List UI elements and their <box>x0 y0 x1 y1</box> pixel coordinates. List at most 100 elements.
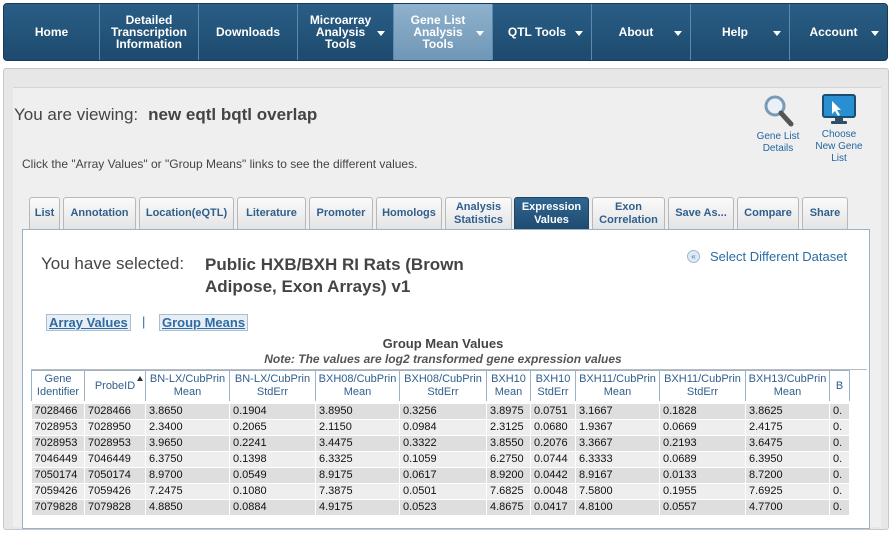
table-cell: 7079828 <box>84 499 146 516</box>
table-cell: 0.0984 <box>399 419 487 436</box>
tab-share[interactable]: Share <box>802 197 848 229</box>
tab-location-eqtl[interactable]: Location(eQTL) <box>139 197 234 229</box>
gene-list-name: new eqtl bqtl overlap <box>148 105 318 124</box>
table-cell: 0.0417 <box>530 499 576 516</box>
column-header[interactable]: BXH08/CubPrin StdErr <box>399 370 487 403</box>
table-cell: 0.0680 <box>530 419 576 436</box>
table-cell: 7028466 <box>31 402 85 420</box>
table-cell: 0.2241 <box>229 435 316 452</box>
selected-dataset-label: You have selected: <box>41 254 185 273</box>
select-different-dataset-label: Select Different Dataset <box>710 249 848 264</box>
column-header[interactable]: BXH10 Mean <box>486 370 531 403</box>
nav-microarray-tools-label: Microarray Analysis Tools <box>309 13 372 51</box>
table-row: 7028466 7028466 3.8650 0.1904 3.8950 0.3256 3.… <box>31 402 850 420</box>
tab-homologs[interactable]: Homologs <box>376 197 442 229</box>
table-cell: 3.8975 <box>486 402 531 420</box>
nav-gene-list-tools-label: Gene List Analysis Tools <box>410 13 466 51</box>
table-cell: 0. <box>829 435 850 452</box>
table-cell: 2.4175 <box>745 419 830 436</box>
column-header[interactable]: BN-LX/CubPrin StdErr <box>229 370 316 403</box>
table-cell: 0.0617 <box>399 467 487 484</box>
column-header-label: BXH08/CubPrin StdErr <box>404 373 482 398</box>
table-cell: 0.2193 <box>659 435 746 452</box>
tab-save-as[interactable]: Save As... <box>668 197 734 229</box>
column-header-label: BXH10 Mean <box>491 373 526 398</box>
magnifier-icon <box>764 95 794 127</box>
select-different-dataset-link[interactable]: « Select Different Dataset <box>687 249 847 264</box>
tab-location-eqtl-label: Location(eQTL) <box>145 207 228 219</box>
table-cell: 6.3325 <box>315 451 400 468</box>
nav-about[interactable]: About <box>592 4 691 60</box>
table-cell: 0.0523 <box>399 499 487 516</box>
tab-analysis-statistics[interactable]: Analysis Statistics <box>445 197 512 229</box>
gene-list-details-button[interactable]: Gene List Details <box>752 93 804 155</box>
group-means-table-container[interactable]: Gene Identifier ProbeID BN-LX/CubPrin Me… <box>31 369 867 539</box>
table-cell: 7059426 <box>84 483 146 500</box>
column-header-label: ProbeID <box>94 379 136 392</box>
nav-qtl-tools[interactable]: QTL Tools <box>493 4 592 60</box>
table-cell: 0.0744 <box>530 451 576 468</box>
column-header[interactable]: Gene Identifier <box>31 370 85 403</box>
nav-downloads[interactable]: Downloads <box>199 4 298 60</box>
table-cell: 2.3125 <box>486 419 531 436</box>
table-cell: 8.9167 <box>575 467 660 484</box>
table-cell: 3.8625 <box>745 402 830 420</box>
array-values-link[interactable]: Array Values <box>46 314 131 331</box>
nav-gene-list-tools[interactable]: Gene List Analysis Tools <box>394 4 493 60</box>
column-header[interactable]: B <box>829 370 850 403</box>
column-header-sorted[interactable]: ProbeID <box>84 370 146 403</box>
nav-microarray-tools[interactable]: Microarray Analysis Tools <box>298 4 394 60</box>
tab-promoter-label: Promoter <box>316 207 366 219</box>
table-cell: 2.3400 <box>145 419 230 436</box>
tab-homologs-label: Homologs <box>382 207 436 219</box>
tab-list-label: List <box>34 207 55 219</box>
nav-home-label: Home <box>34 25 69 39</box>
choose-new-gene-list-button[interactable]: Choose New Gene List <box>812 93 866 165</box>
table-cell: 8.9200 <box>486 467 531 484</box>
tab-literature[interactable]: Literature <box>237 197 306 229</box>
column-header[interactable]: BXH13/CubPrin Mean <box>745 370 830 403</box>
column-header[interactable]: BXH10 StdErr <box>530 370 576 403</box>
chevron-down-icon <box>575 31 583 36</box>
table-cell: 0.0133 <box>659 467 746 484</box>
chevron-down-icon <box>674 31 682 36</box>
table-cell: 0. <box>829 483 850 500</box>
table-row: 7028953 7028950 2.3400 0.2065 2.1150 0.0984 2.… <box>31 419 850 436</box>
gene-list-details-label: Gene List Details <box>756 131 800 154</box>
table-cell: 0.3322 <box>399 435 487 452</box>
column-header-label: BN-LX/CubPrin Mean <box>149 373 226 398</box>
table-cell: 0.0442 <box>530 467 576 484</box>
table-cell: 0.0048 <box>530 483 576 500</box>
table-row: 7028953 7028953 3.9650 0.2241 3.4475 0.3322 3.… <box>31 435 850 452</box>
column-header-label: BXH08/CubPrin Mean <box>318 373 397 398</box>
link-separator: | <box>142 314 146 329</box>
nav-help[interactable]: Help <box>691 4 790 60</box>
table-cell: 4.7700 <box>745 499 830 516</box>
column-header[interactable]: BXH11/CubPrin StdErr <box>659 370 746 403</box>
column-header[interactable]: BN-LX/CubPrin Mean <box>145 370 230 403</box>
tab-expression-values[interactable]: Expression Values <box>514 197 589 229</box>
instruction-text: Click the "Array Values" or "Group Means… <box>22 157 418 171</box>
rewind-icon: « <box>687 250 700 263</box>
nav-help-label: Help <box>721 25 748 39</box>
table-cell: 3.6475 <box>745 435 830 452</box>
table-cell: 3.8650 <box>145 402 230 420</box>
tab-compare[interactable]: Compare <box>737 197 799 229</box>
table-cell: 0.0549 <box>229 467 316 484</box>
table-row: 7050174 7050174 8.9700 0.0549 8.9175 0.0617 8.… <box>31 467 850 484</box>
group-means-link[interactable]: Group Means <box>159 314 249 331</box>
expression-values-panel: You have selected: Public HXB/BXH RI Rat… <box>22 229 870 529</box>
table-header-row: Gene Identifier ProbeID BN-LX/CubPrin Me… <box>31 370 850 403</box>
tab-list[interactable]: List <box>29 197 60 229</box>
tab-exon-correlation[interactable]: Exon Correlation <box>592 197 665 229</box>
nav-detailed-transcription[interactable]: Detailed Transcription Information <box>100 4 199 60</box>
column-header[interactable]: BXH11/CubPrin Mean <box>575 370 660 403</box>
nav-home[interactable]: Home <box>4 4 100 60</box>
tab-promoter[interactable]: Promoter <box>309 197 373 229</box>
table-cell: 3.8550 <box>486 435 531 452</box>
nav-account[interactable]: Account <box>790 4 887 60</box>
column-header[interactable]: BXH08/CubPrin Mean <box>315 370 400 403</box>
tab-annotation[interactable]: Annotation <box>63 197 136 229</box>
table-cell: 4.8675 <box>486 499 531 516</box>
column-header-label: BXH10 StdErr <box>535 373 571 398</box>
